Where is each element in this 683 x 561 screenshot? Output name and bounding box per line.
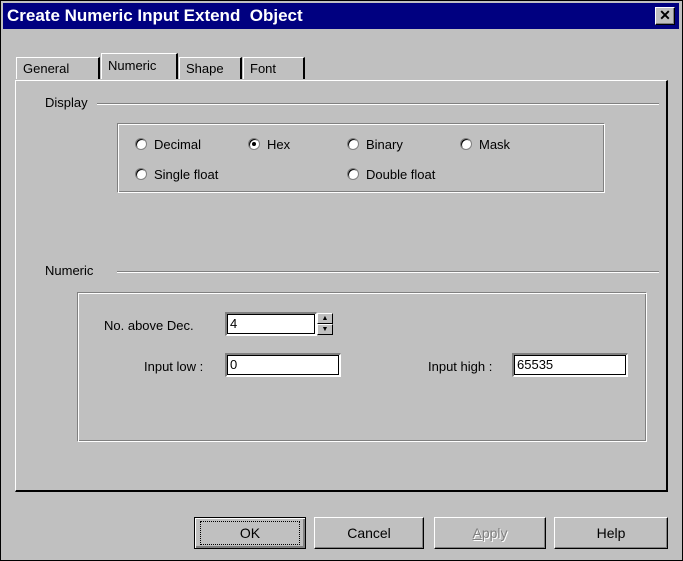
- above-dec-label: No. above Dec.: [104, 318, 194, 333]
- cancel-button-label: Cancel: [347, 525, 391, 541]
- spin-down-button[interactable]: ▼: [317, 324, 333, 335]
- numeric-group-label: Numeric: [44, 263, 95, 278]
- help-button-label: Help: [596, 525, 626, 541]
- radio-double-float-label: Double float: [366, 166, 436, 182]
- radio-mask[interactable]: Mask: [460, 136, 510, 152]
- apply-button-label: Apply: [472, 525, 508, 541]
- radio-single-float[interactable]: Single float: [135, 166, 218, 182]
- close-icon: ✕: [659, 7, 671, 23]
- help-button[interactable]: Help: [554, 517, 668, 549]
- ok-button[interactable]: OK: [194, 517, 306, 549]
- apply-button[interactable]: Apply: [434, 517, 546, 549]
- radio-decimal-label: Decimal: [154, 136, 201, 152]
- title-bar[interactable]: Create Numeric Input Extend Object ✕: [3, 3, 679, 29]
- input-low-label: Input low :: [144, 359, 204, 374]
- close-button[interactable]: ✕: [655, 7, 675, 25]
- display-options-box: [117, 123, 605, 193]
- tab-numeric[interactable]: Numeric: [101, 53, 178, 79]
- window-title: Create Numeric Input Extend Object: [7, 6, 303, 25]
- radio-single-float-circle: [135, 168, 147, 180]
- ok-button-label: OK: [199, 521, 301, 545]
- radio-binary-label: Binary: [366, 136, 403, 152]
- radio-double-float[interactable]: Double float: [347, 166, 435, 182]
- radio-hex-label: Hex: [267, 136, 291, 152]
- radio-binary-circle: [347, 138, 359, 150]
- spin-up-button[interactable]: ▲: [317, 313, 333, 324]
- radio-mask-circle: [460, 138, 472, 150]
- input-high-label: Input high :: [428, 359, 493, 374]
- numeric-group-line: [117, 271, 659, 273]
- above-dec-spinner[interactable]: ▲ ▼: [317, 313, 333, 335]
- spin-up-icon: ▲: [321, 315, 329, 322]
- above-dec-input[interactable]: 4: [225, 312, 317, 336]
- input-high-field[interactable]: 65535: [512, 353, 628, 377]
- display-group-line: [97, 103, 659, 105]
- tab-general[interactable]: General: [16, 57, 100, 79]
- radio-single-float-label: Single float: [154, 166, 219, 182]
- tab-shape[interactable]: Shape: [179, 57, 242, 79]
- display-group-label: Display: [44, 95, 89, 110]
- input-low-field[interactable]: 0: [225, 353, 341, 377]
- radio-decimal-circle: [135, 138, 147, 150]
- radio-double-float-circle: [347, 168, 359, 180]
- dialog-window: Create Numeric Input Extend Object ✕ Gen…: [0, 0, 683, 561]
- radio-hex[interactable]: Hex: [248, 136, 290, 152]
- cancel-button[interactable]: Cancel: [314, 517, 424, 549]
- radio-mask-label: Mask: [479, 136, 511, 152]
- radio-decimal[interactable]: Decimal: [135, 136, 201, 152]
- spin-down-icon: ▼: [321, 326, 329, 333]
- radio-binary[interactable]: Binary: [347, 136, 403, 152]
- radio-hex-circle: [248, 138, 260, 150]
- tab-font[interactable]: Font: [243, 57, 305, 79]
